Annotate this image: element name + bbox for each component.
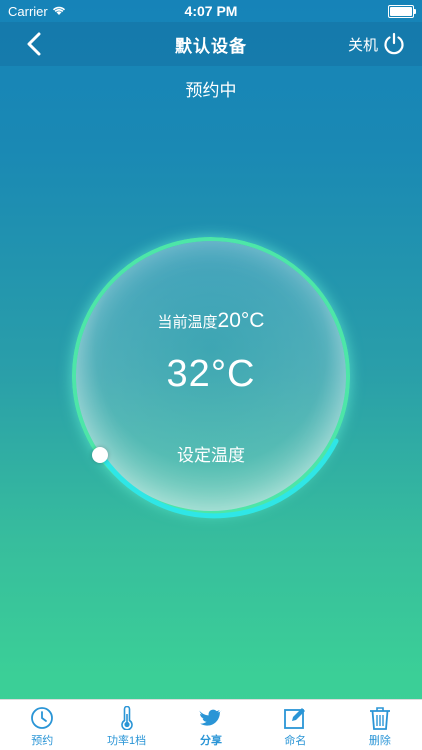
- carrier-label: Carrier: [8, 3, 48, 19]
- back-button[interactable]: [20, 30, 48, 58]
- edit-icon: [283, 706, 307, 730]
- schedule-status: 预约中: [185, 81, 237, 100]
- tab-share-label: 分享: [200, 735, 223, 747]
- tab-delete-label: 删除: [368, 735, 391, 747]
- tab-rename-label: 命名: [284, 735, 307, 747]
- clock-icon: [30, 706, 54, 730]
- page-title: 默认设备: [175, 36, 247, 56]
- tab-share[interactable]: 分享: [169, 700, 253, 750]
- tab-schedule-label: 预约: [31, 735, 54, 747]
- status-left: Carrier: [8, 4, 66, 19]
- dial-knob[interactable]: [92, 447, 108, 463]
- current-temperature: 当前温度20°C: [76, 309, 346, 333]
- power-off-button[interactable]: 关机: [348, 28, 406, 60]
- set-temperature-label: 设定温度: [177, 446, 245, 465]
- wifi-icon: [52, 4, 66, 19]
- tab-power-level-label: 功率1档: [107, 735, 147, 747]
- tab-bar: 预约 功率1档 分享 命名 删除: [0, 699, 422, 750]
- navigation-bar: 默认设备 关机: [0, 22, 422, 66]
- battery-icon: [388, 4, 416, 18]
- tab-delete[interactable]: 删除: [338, 700, 422, 750]
- trash-icon: [369, 706, 391, 730]
- power-icon: [384, 32, 404, 55]
- chevron-left-icon: [27, 32, 41, 56]
- status-bar: Carrier 4:07 PM: [0, 0, 422, 22]
- temperature-dial[interactable]: 当前温度20°C 32°C 设定温度: [72, 237, 350, 519]
- tab-power-level[interactable]: 功率1档: [84, 700, 168, 750]
- set-temperature-value: 32°C: [166, 353, 256, 395]
- tab-schedule[interactable]: 预约: [0, 700, 84, 750]
- current-temperature-label: 当前温度: [157, 314, 218, 331]
- tab-rename[interactable]: 命名: [253, 700, 337, 750]
- twitter-bird-icon: [199, 706, 223, 730]
- power-off-label: 关机: [347, 36, 378, 54]
- thermometer-icon: [120, 706, 134, 730]
- current-temperature-value: 20°C: [217, 309, 265, 332]
